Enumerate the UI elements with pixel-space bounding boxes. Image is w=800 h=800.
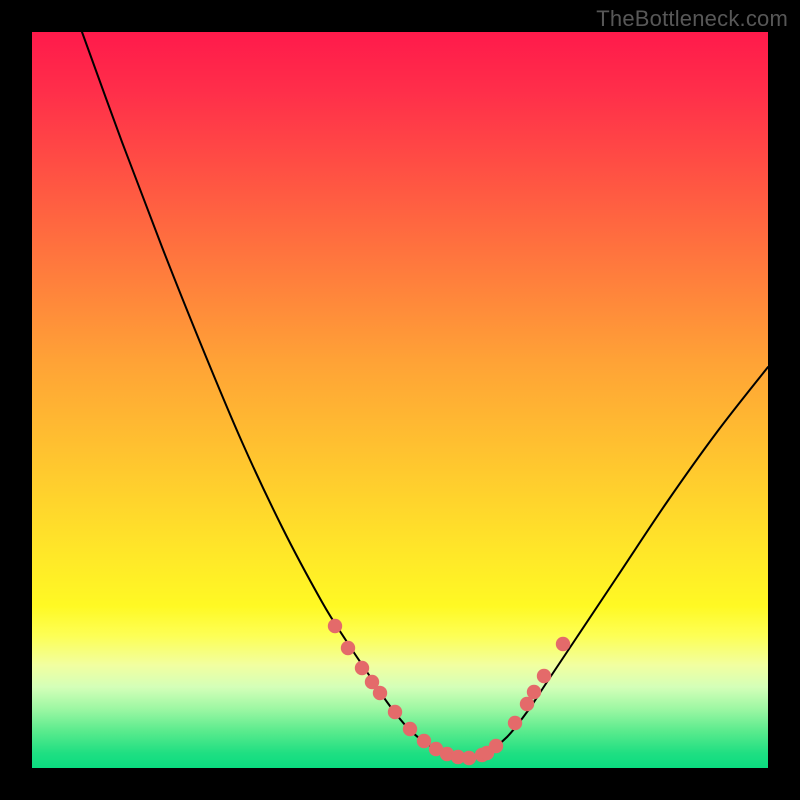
highlight-dot <box>403 722 417 736</box>
watermark-text: TheBottleneck.com <box>596 6 788 32</box>
highlight-dot <box>328 619 342 633</box>
highlight-dot <box>341 641 355 655</box>
highlight-dot <box>556 637 570 651</box>
chart-svg <box>32 32 768 768</box>
highlight-dot <box>520 697 534 711</box>
curve-left-branch <box>82 32 467 759</box>
highlight-dots-group <box>328 619 570 765</box>
highlight-dot <box>373 686 387 700</box>
curve-right-branch <box>467 367 768 759</box>
highlight-dot <box>355 661 369 675</box>
highlight-dot <box>388 705 402 719</box>
highlight-dot <box>489 739 503 753</box>
highlight-dot <box>537 669 551 683</box>
chart-frame <box>32 32 768 768</box>
highlight-dot <box>462 751 476 765</box>
highlight-dot <box>508 716 522 730</box>
highlight-dot <box>527 685 541 699</box>
highlight-dot <box>417 734 431 748</box>
